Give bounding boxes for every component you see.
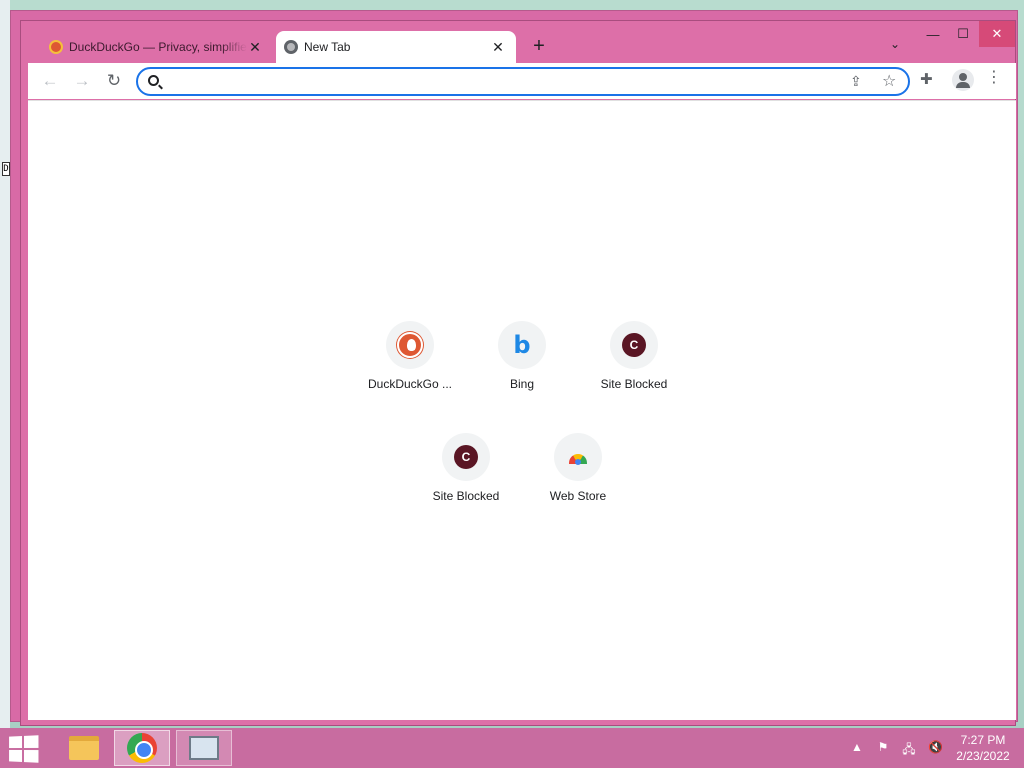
extensions-puzzle-icon[interactable]: ✚ bbox=[920, 70, 933, 88]
file-explorer-icon bbox=[69, 736, 99, 760]
globe-icon bbox=[284, 40, 298, 54]
tab-title: DuckDuckGo — Privacy, simplified. bbox=[69, 40, 247, 54]
start-button-windows-icon[interactable] bbox=[9, 735, 39, 763]
duckduckgo-icon bbox=[49, 40, 63, 54]
letter-c-icon: C bbox=[622, 333, 646, 357]
shortcut-tile[interactable]: DuckDuckGo ... bbox=[354, 311, 466, 411]
bing-icon: b bbox=[513, 331, 531, 359]
letter-c-icon: C bbox=[454, 445, 478, 469]
shortcut-label: Web Store bbox=[549, 489, 607, 503]
profile-avatar-icon[interactable] bbox=[952, 69, 974, 91]
tab-close-icon[interactable]: ✕ bbox=[247, 39, 263, 56]
shortcut-tile[interactable]: b Bing bbox=[466, 311, 578, 411]
back-arrow-icon[interactable]: ← bbox=[40, 71, 60, 91]
tab-new-tab[interactable]: New Tab ✕ bbox=[276, 31, 516, 63]
shortcut-label: Site Blocked bbox=[432, 489, 500, 503]
volume-muted-icon[interactable]: 🔇 bbox=[928, 740, 943, 761]
minimize-button[interactable]: — bbox=[921, 21, 945, 47]
new-tab-page: DuckDuckGo ... b Bing C Site Blocked C S… bbox=[28, 100, 1016, 720]
chrome-window: DuckDuckGo — Privacy, simplified. ✕ New … bbox=[20, 20, 1016, 726]
system-monitor-icon bbox=[189, 736, 219, 760]
shortcut-icon-circle: C bbox=[442, 433, 490, 481]
tab-duckduckgo[interactable]: DuckDuckGo — Privacy, simplified. ✕ bbox=[41, 31, 273, 63]
desktop-icon-fragment: D bbox=[2, 162, 10, 176]
shortcut-icon-circle: b bbox=[498, 321, 546, 369]
shortcut-tile[interactable]: C Site Blocked bbox=[410, 423, 522, 523]
clock-date: 2/23/2022 bbox=[956, 749, 1010, 763]
search-icon bbox=[148, 75, 159, 86]
maximize-button[interactable]: ☐ bbox=[951, 21, 975, 47]
tab-title: New Tab bbox=[304, 40, 351, 54]
network-icon[interactable]: 🖧 bbox=[902, 740, 916, 761]
shortcut-label: Site Blocked bbox=[600, 377, 668, 391]
taskbar: ▲ ⚑ 🖧 🔇 7:27 PM 2/23/2022 bbox=[0, 728, 1024, 768]
share-icon[interactable]: ⇪ bbox=[850, 73, 862, 90]
shortcut-tile[interactable]: Web Store bbox=[522, 423, 634, 523]
tab-close-icon[interactable]: ✕ bbox=[490, 39, 506, 56]
web-store-icon bbox=[569, 454, 587, 465]
menu-kebab-icon[interactable]: ⋮ bbox=[986, 70, 1002, 86]
address-bar[interactable]: ⇪ ☆ bbox=[136, 67, 910, 96]
taskbar-clock[interactable]: 7:27 PM 2/23/2022 bbox=[948, 732, 1018, 764]
shortcut-label: DuckDuckGo ... bbox=[367, 377, 453, 391]
chrome-icon bbox=[127, 733, 157, 763]
duckduckgo-icon bbox=[397, 332, 423, 358]
shortcut-icon-circle bbox=[386, 321, 434, 369]
shortcut-tile[interactable]: C Site Blocked bbox=[578, 311, 690, 411]
taskbar-system-monitor[interactable] bbox=[176, 730, 232, 766]
shortcut-icon-circle: C bbox=[610, 321, 658, 369]
tab-strip: DuckDuckGo — Privacy, simplified. ✕ New … bbox=[21, 21, 1015, 63]
shortcut-label: Bing bbox=[509, 377, 535, 391]
clock-time: 7:27 PM bbox=[960, 733, 1006, 747]
shortcut-icon-circle bbox=[554, 433, 602, 481]
action-center-flag-icon[interactable]: ⚑ bbox=[876, 740, 890, 761]
taskbar-chrome[interactable] bbox=[114, 730, 170, 766]
system-tray: ▲ ⚑ 🖧 🔇 bbox=[850, 740, 943, 761]
new-tab-button[interactable]: + bbox=[529, 36, 549, 57]
reload-icon[interactable]: ↻ bbox=[104, 71, 124, 91]
window-close-button[interactable]: ✕ bbox=[979, 21, 1015, 47]
taskbar-file-explorer[interactable] bbox=[56, 730, 112, 766]
browser-toolbar: ← → ↻ ⇪ ☆ ✚ ⋮ bbox=[28, 63, 1016, 99]
address-input[interactable] bbox=[168, 72, 828, 92]
tab-search-chevron-icon[interactable]: ⌄ bbox=[885, 37, 905, 57]
bookmark-star-icon[interactable]: ☆ bbox=[882, 71, 896, 91]
desktop-edge bbox=[0, 0, 10, 728]
show-hidden-icons-chevron-icon[interactable]: ▲ bbox=[850, 740, 864, 761]
forward-arrow-icon[interactable]: → bbox=[72, 71, 92, 91]
